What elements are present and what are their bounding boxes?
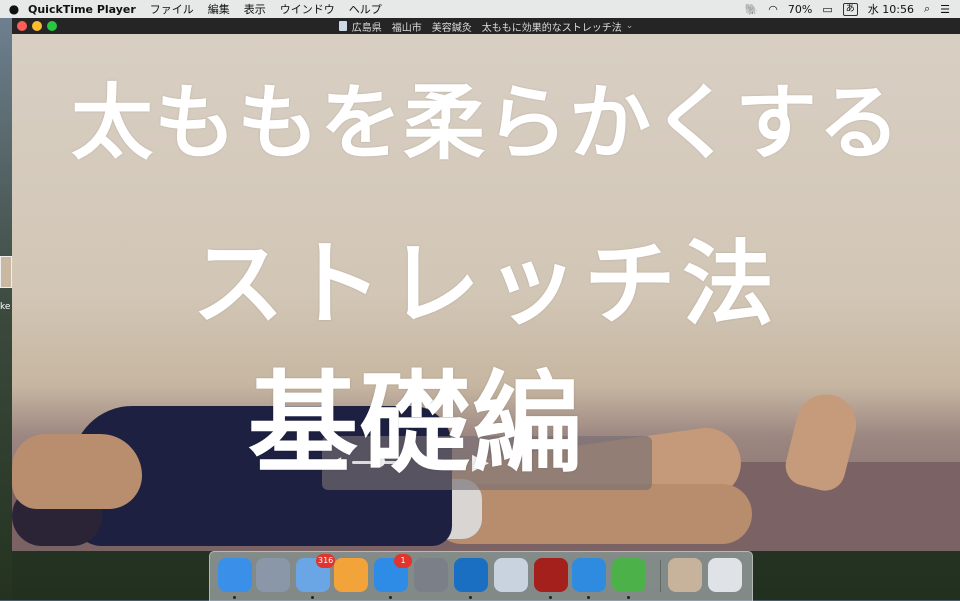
acrobat-icon[interactable] [534,558,568,592]
evernote-status-icon[interactable]: 🐘 [745,3,759,16]
menu-window[interactable]: ウインドウ [280,1,335,17]
input-method-icon[interactable]: あ [842,2,858,16]
desktop-file-label: ke [0,302,11,312]
wifi-icon[interactable]: ◠ [768,3,778,16]
preview-icon[interactable] [494,558,528,592]
document-icon [338,21,347,31]
app-name-menu[interactable]: QuickTime Player [28,3,136,16]
running-indicator [549,596,552,599]
dock-badge: 316 [316,554,336,568]
dock: 316 1 [209,551,753,601]
video-thumbnail-icon[interactable] [668,558,702,592]
battery-percent[interactable]: 70% [788,3,812,16]
video-frame[interactable]: ◀ ▶ 太ももを柔らかくする ストレッチ法 基礎編 [12,34,960,551]
caption-line-1: 太ももを柔らかくする [70,76,901,171]
caption-line-3: 基礎編 [248,360,584,488]
dock-separator [660,560,661,592]
running-indicator [389,596,392,599]
window-titlebar[interactable]: 広島県 福山市 美容鍼灸 太ももに効果的なストレッチ法 ⌄ [12,18,960,34]
menu-file[interactable]: ファイル [150,1,194,17]
dock-badge: 1 [394,554,412,568]
clock[interactable]: 水 10:56 [868,1,914,17]
menu-edit[interactable]: 編集 [208,1,230,17]
window-title: 広島県 福山市 美容鍼灸 太ももに効果的なストレッチ法 [351,22,622,34]
rocket-icon[interactable] [256,558,290,592]
gear-icon[interactable] [414,558,448,592]
spotlight-search-icon[interactable]: ⌕ [924,2,930,16]
trash-icon[interactable] [708,558,742,592]
running-indicator [311,596,314,599]
status-area: 🐘 ◠ 70% ▭ あ 水 10:56 ⌕ ☰ [745,1,960,17]
quicktime-window: 広島県 福山市 美容鍼灸 太ももに効果的なストレッチ法 ⌄ ◀ ▶ 太ももを柔ら… [12,18,960,551]
running-indicator [469,596,472,599]
close-button[interactable] [17,21,27,31]
chevron-down-icon[interactable]: ⌄ [626,21,634,31]
safari-icon[interactable] [572,558,606,592]
evernote-icon[interactable] [612,558,646,592]
desktop-file-icon[interactable] [0,256,12,288]
battery-icon[interactable]: ▭ [822,3,832,16]
notification-center-icon[interactable]: ☰ [940,3,950,16]
mail-icon[interactable]: 316 [296,554,336,592]
finder-icon[interactable] [218,558,252,592]
menu-view[interactable]: 表示 [244,1,266,17]
quicktime-icon[interactable] [454,558,488,592]
running-indicator [627,596,630,599]
menu-bar: ● QuickTime Player ファイル 編集 表示 ウインドウ ヘルプ … [0,0,960,18]
caption-line-2: ストレッチ法 [191,231,780,338]
zoom-button[interactable] [47,21,57,31]
running-indicator [233,596,236,599]
pages-icon[interactable] [334,558,368,592]
minimize-button[interactable] [32,21,42,31]
running-indicator [587,596,590,599]
appstore-icon[interactable]: 1 [374,554,412,592]
apple-icon[interactable]: ● [0,2,28,16]
menu-help[interactable]: ヘルプ [349,1,382,17]
